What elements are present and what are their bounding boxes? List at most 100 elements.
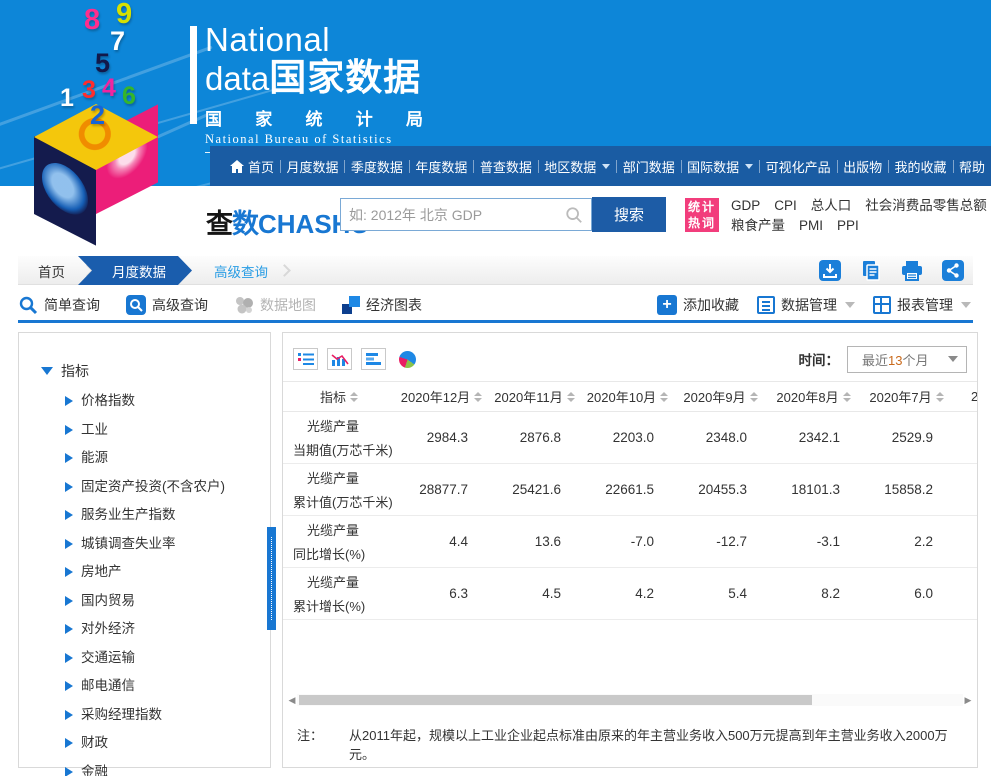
sidebar-item-对外经济[interactable]: 对外经济 (41, 615, 270, 644)
search-button[interactable]: 搜索 (592, 197, 666, 232)
value-cell: 2203.0 (581, 412, 674, 463)
nav-item-部门数据[interactable]: 部门数据 (617, 157, 681, 176)
nav-item-国际数据[interactable]: 国际数据 (681, 157, 759, 176)
download-icon[interactable] (818, 259, 842, 282)
column-header-month[interactable]: 2020年7月 (860, 387, 953, 406)
hot-word-link[interactable]: PMI (799, 216, 823, 236)
chevron-down-icon (745, 164, 753, 169)
sidebar-item-label: 价格指数 (81, 387, 135, 416)
hot-word-link[interactable]: 粮食产量 (731, 216, 785, 236)
triangle-right-icon (65, 596, 73, 606)
sidebar-item-label: 能源 (81, 444, 108, 473)
sidebar-item-label: 城镇调查失业率 (81, 530, 176, 559)
data-map-label: 数据地图 (260, 295, 316, 315)
economic-charts-button[interactable]: 经济图表 (342, 295, 422, 315)
line-chart-view-button[interactable] (327, 348, 352, 370)
bar-chart-view-button[interactable] (361, 348, 386, 370)
chashu-cha: 查 (206, 209, 232, 239)
logo-digit: 5 (95, 50, 110, 77)
table-row: 光缆产量同比增长(%)4.413.6-7.0-12.7-3.12.2 (283, 516, 977, 568)
nav-item-帮助[interactable]: 帮助 (953, 157, 991, 176)
sidebar-item-交通运输[interactable]: 交通运输 (41, 644, 270, 673)
triangle-right-icon (65, 624, 73, 634)
sidebar-item-采购经理指数[interactable]: 采购经理指数 (41, 701, 270, 730)
value-cell-clipped (953, 412, 977, 463)
sidebar-item-国内贸易[interactable]: 国内贸易 (41, 587, 270, 616)
national-data-page: 897534612 National data 国家数据 国家统计局 Natio… (0, 0, 991, 776)
sidebar-item-工业[interactable]: 工业 (41, 416, 270, 445)
sidebar-item-房地产[interactable]: 房地产 (41, 558, 270, 587)
logo-digit: 1 (60, 86, 74, 111)
hot-words-badge: 统计 热词 (685, 198, 719, 232)
nav-item-月度数据[interactable]: 月度数据 (280, 157, 344, 176)
nav-item-出版物[interactable]: 出版物 (837, 157, 888, 176)
sidebar-item-财政[interactable]: 财政 (41, 729, 270, 758)
column-header-month[interactable]: 2020年12月 (395, 387, 488, 406)
bureau-cn-char: 统 (306, 105, 323, 130)
nav-item-地区数据[interactable]: 地区数据 (538, 157, 616, 176)
hot-word-link[interactable]: CPI (774, 196, 797, 216)
add-favorite-label: 添加收藏 (683, 295, 739, 315)
column-header-month[interactable]: 2020年11月 (488, 387, 581, 406)
nav-item-我的收藏[interactable]: 我的收藏 (889, 157, 953, 176)
column-header-partial[interactable]: 202 (953, 389, 977, 404)
value-cell: 15858.2 (860, 464, 953, 515)
nav-item-年度数据[interactable]: 年度数据 (409, 157, 473, 176)
breadcrumb-monthly-data[interactable]: 月度数据 (78, 256, 192, 285)
column-header-indicator[interactable]: 指标 (283, 387, 395, 406)
advanced-query-button[interactable]: 高级查询 (126, 295, 208, 315)
bureau-cn-char: 家 (255, 105, 272, 130)
scroll-right-icon[interactable]: ▶ (963, 693, 973, 707)
column-header-label: 指标 (320, 387, 346, 406)
hot-word-link[interactable]: 总人口 (811, 196, 852, 216)
hot-word-link[interactable]: PPI (837, 216, 859, 236)
pie-chart-view-button[interactable] (395, 348, 420, 370)
scrollbar-thumb[interactable] (299, 695, 812, 705)
sidebar-item-邮电通信[interactable]: 邮电通信 (41, 672, 270, 701)
nav-item-季度数据[interactable]: 季度数据 (345, 157, 409, 176)
sidebar-item-城镇调查失业率[interactable]: 城镇调查失业率 (41, 530, 270, 559)
triangle-right-icon (65, 738, 73, 748)
add-favorite-button[interactable]: + 添加收藏 (657, 295, 739, 315)
sidebar-item-价格指数[interactable]: 价格指数 (41, 387, 270, 416)
breadcrumb-advanced-query[interactable]: 高级查询 (192, 256, 278, 285)
share-icon[interactable] (941, 259, 965, 282)
nav-item-首页[interactable]: 首页 (224, 157, 280, 176)
sidebar-item-服务业生产指数[interactable]: 服务业生产指数 (41, 501, 270, 530)
column-header-month[interactable]: 2020年10月 (581, 387, 674, 406)
copy-icon[interactable] (859, 259, 883, 282)
sidebar-resize-handle[interactable] (267, 527, 276, 630)
time-range-select[interactable]: 最近13个月 (847, 346, 967, 373)
tree-root-indicator[interactable]: 指标 (41, 361, 270, 381)
value-cell-clipped (953, 568, 977, 619)
breadcrumb-home[interactable]: 首页 (18, 256, 81, 285)
scrollbar-track[interactable] (297, 694, 963, 706)
time-filter: 时间： 最近13个月 (799, 346, 968, 373)
simple-query-button[interactable]: 简单查询 (18, 295, 100, 315)
report-manage-button[interactable]: 报表管理 (873, 295, 971, 315)
hot-word-link[interactable]: GDP (731, 196, 760, 216)
report-grid-icon (873, 296, 891, 314)
column-header-month[interactable]: 2020年9月 (674, 387, 767, 406)
value-cell: 4.2 (581, 568, 674, 619)
data-manage-button[interactable]: 数据管理 (757, 295, 855, 315)
chevron-right-icon (278, 264, 291, 277)
print-icon[interactable] (900, 259, 924, 282)
data-panel: 时间： 最近13个月 指标 2020年12月2020年11月2020年10月 202… (282, 332, 978, 768)
data-map-button[interactable]: 数据地图 (234, 295, 316, 315)
triangle-right-icon (65, 453, 73, 463)
scroll-left-icon[interactable]: ◀ (287, 693, 297, 707)
sidebar-item-金融[interactable]: 金融 (41, 758, 270, 776)
table-body: 光缆产量当期值(万芯千米)2984.32876.82203.02348.0234… (283, 412, 977, 620)
search-input[interactable] (341, 207, 565, 223)
nav-item-可视化产品[interactable]: 可视化产品 (760, 157, 837, 176)
chevron-down-icon (961, 302, 971, 308)
column-header-month[interactable]: 2020年8月 (767, 387, 860, 406)
sidebar-item-固定资产投资(不含农户)[interactable]: 固定资产投资(不含农户) (41, 473, 270, 502)
sidebar-item-能源[interactable]: 能源 (41, 444, 270, 473)
simple-query-label: 简单查询 (44, 295, 100, 315)
hot-word-link[interactable]: 社会消费品零售总额 (865, 196, 987, 216)
column-header-label: 2020年9月 (683, 387, 745, 406)
table-view-button[interactable] (293, 348, 318, 370)
nav-item-普查数据[interactable]: 普查数据 (474, 157, 538, 176)
